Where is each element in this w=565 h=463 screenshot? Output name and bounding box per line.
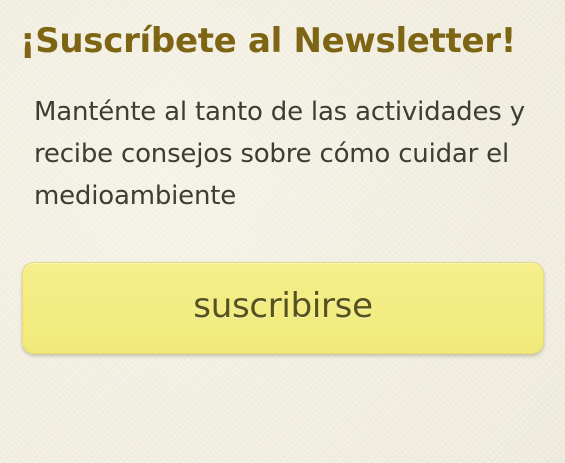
subscribe-button[interactable]: suscribirse bbox=[22, 262, 544, 354]
newsletter-section: ¡Suscríbete al Newsletter! Manténte al t… bbox=[0, 0, 565, 463]
subscribe-button-label: suscribirse bbox=[193, 286, 373, 326]
newsletter-title: ¡Suscríbete al Newsletter! bbox=[20, 21, 516, 61]
newsletter-description: Manténte al tanto de las actividades y r… bbox=[34, 97, 525, 211]
